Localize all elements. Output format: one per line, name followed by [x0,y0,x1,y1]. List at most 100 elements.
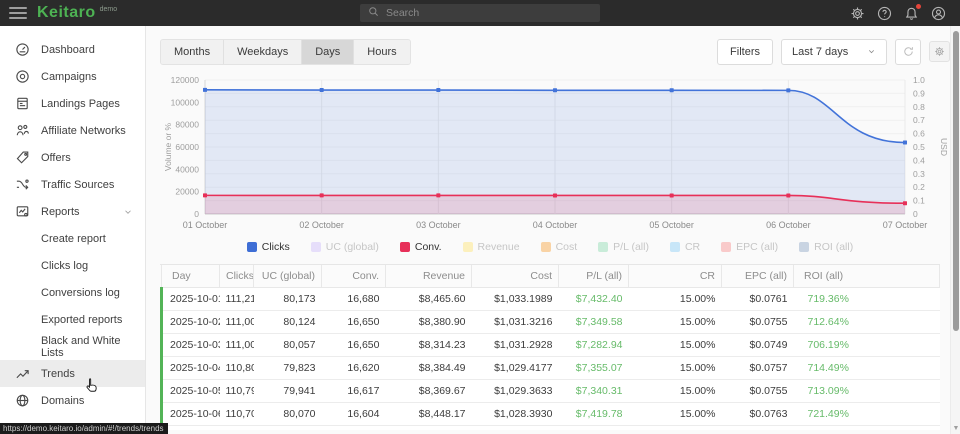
table-cell: 64,40 [220,426,254,431]
legend-item-conv[interactable]: Conv. [400,241,442,253]
sidebar: DashboardCampaignsLandings PagesAffiliat… [0,26,146,434]
svg-text:0.9: 0.9 [913,88,925,98]
table-row: 2025-10-03111,0080,05716,650$8,314.23$1,… [162,334,940,357]
sidebar-item-traffic-sources[interactable]: Traffic Sources [0,171,145,198]
table-cell: 15.00% [629,380,722,403]
scrollbar-thumb[interactable] [953,31,959,331]
sidebar-item-label: Clicks log [41,260,88,272]
chart-settings-button[interactable] [929,41,950,62]
legend-label: P/L (all) [613,241,649,253]
table-cell: $7,340.31 [559,380,629,403]
sidebar-item-offers[interactable]: Offers [0,144,145,171]
table-cell: $1,033.1989 [472,288,559,311]
table-row: 2025-10-0764,4046,4379,640$4,921.10$612.… [162,426,940,431]
sidebar-item-label: Domains [41,395,84,407]
legend-item-uc-global[interactable]: UC (global) [311,241,379,253]
sidebar-item-trends[interactable]: Trends [0,360,145,387]
sidebar-item-black-and-white-lists[interactable]: Black and White Lists [0,333,145,360]
sidebar-item-domains[interactable]: Domains [0,387,145,414]
sidebar-item-reports[interactable]: Reports [0,198,145,225]
column-header-revenue[interactable]: Revenue [386,265,472,288]
table-cell: $1,028.3930 [472,403,559,426]
keitaro-logo[interactable]: Keitaro [37,4,96,22]
legend-item-cost[interactable]: Cost [541,241,578,253]
table-cell: 110,70 [220,403,254,426]
column-header-uc-global[interactable]: UC (global) [254,265,322,288]
notification-dot [916,4,921,9]
tab-hours[interactable]: Hours [354,40,409,64]
menu-icon[interactable] [9,7,27,19]
sidebar-item-landings-pages[interactable]: Landings Pages [0,90,145,117]
table-cell: 110,80 [220,357,254,380]
table-cell: $7,355.07 [559,357,629,380]
table-cell: $1,031.2928 [472,334,559,357]
tab-days[interactable]: Days [302,40,354,64]
table-cell: 2025-10-06 [162,403,220,426]
legend-swatch [400,242,410,252]
notifications-bell-icon[interactable] [904,6,919,21]
table-cell: $8,380.90 [386,311,472,334]
column-header-conv[interactable]: Conv. [322,265,386,288]
help-icon[interactable] [877,6,892,21]
svg-text:0.8: 0.8 [913,102,925,112]
svg-text:USD: USD [939,138,949,156]
settings-icon[interactable] [850,6,865,21]
sidebar-item-exported-reports[interactable]: Exported reports [0,306,145,333]
table-cell: 713.09% [794,380,940,403]
sidebar-item-label: Offers [41,152,71,164]
sidebar-item-affiliate-networks[interactable]: Affiliate Networks [0,117,145,144]
search-input[interactable] [386,7,586,19]
chevron-down-icon [867,47,876,56]
legend-item-epc-all[interactable]: EPC (all) [721,241,778,253]
svg-text:100000: 100000 [171,97,200,107]
table-cell: $1,031.3216 [472,311,559,334]
search-bar[interactable] [360,4,600,22]
table-cell: 15.00% [629,426,722,431]
scrollbar-down-arrow[interactable]: ▼ [951,425,960,432]
sidebar-item-conversions-log[interactable]: Conversions log [0,279,145,306]
column-header-epc-all[interactable]: EPC (all) [722,265,794,288]
svg-text:0: 0 [194,209,199,219]
sidebar-item-dashboard[interactable]: Dashboard [0,36,145,63]
tab-weekdays[interactable]: Weekdays [224,40,302,64]
split-arrow-icon [15,177,30,192]
legend-swatch [598,242,608,252]
main-content: MonthsWeekdaysDaysHours Filters Last 7 d… [146,26,960,434]
tab-months[interactable]: Months [161,40,224,64]
sidebar-item-clicks-log[interactable]: Clicks log [0,252,145,279]
filters-button[interactable]: Filters [717,39,773,65]
sidebar-item-create-report[interactable]: Create report [0,225,145,252]
table-cell: $4,308.20 [559,426,629,431]
legend-item-p-l-all[interactable]: P/L (all) [598,241,649,253]
table-cell: 2025-10-05 [162,380,220,403]
column-header-day[interactable]: Day [162,265,220,288]
column-header-clicks[interactable]: Clicks [220,265,254,288]
svg-text:02 October: 02 October [299,220,344,230]
column-header-cost[interactable]: Cost [472,265,559,288]
legend-swatch [670,242,680,252]
table-cell: $612.9031 [472,426,559,431]
globe-icon [15,393,30,408]
svg-text:07 October: 07 October [883,220,928,230]
legend-label: EPC (all) [736,241,778,253]
table-cell: 110,79 [220,380,254,403]
column-header-roi-all[interactable]: ROI (all) [794,265,940,288]
date-range-select[interactable]: Last 7 days [781,39,887,65]
link-status-bar: https://demo.keitaro.io/admin/#!/trends/… [0,423,168,434]
column-header-cr[interactable]: CR [629,265,722,288]
table-row: 2025-10-01111,2180,17316,680$8,465.60$1,… [162,288,940,311]
table-cell: 16,620 [322,357,386,380]
refresh-button[interactable] [895,39,921,65]
trends-chart: 00.10.20.30.40.50.60.70.80.91.001 Octobe… [160,72,952,235]
account-icon[interactable] [931,6,946,21]
table-cell: 16,650 [322,311,386,334]
legend-item-roi-all[interactable]: ROI (all) [799,241,853,253]
legend-item-revenue[interactable]: Revenue [463,241,520,253]
svg-text:60000: 60000 [175,142,199,152]
sidebar-item-campaigns[interactable]: Campaigns [0,63,145,90]
column-header-p-l-all[interactable]: P/L (all) [559,265,629,288]
table-cell: 712.64% [794,311,940,334]
legend-item-clicks[interactable]: Clicks [247,241,290,253]
legend-item-cr[interactable]: CR [670,241,700,253]
table-row: 2025-10-02111,0080,12416,650$8,380.90$1,… [162,311,940,334]
